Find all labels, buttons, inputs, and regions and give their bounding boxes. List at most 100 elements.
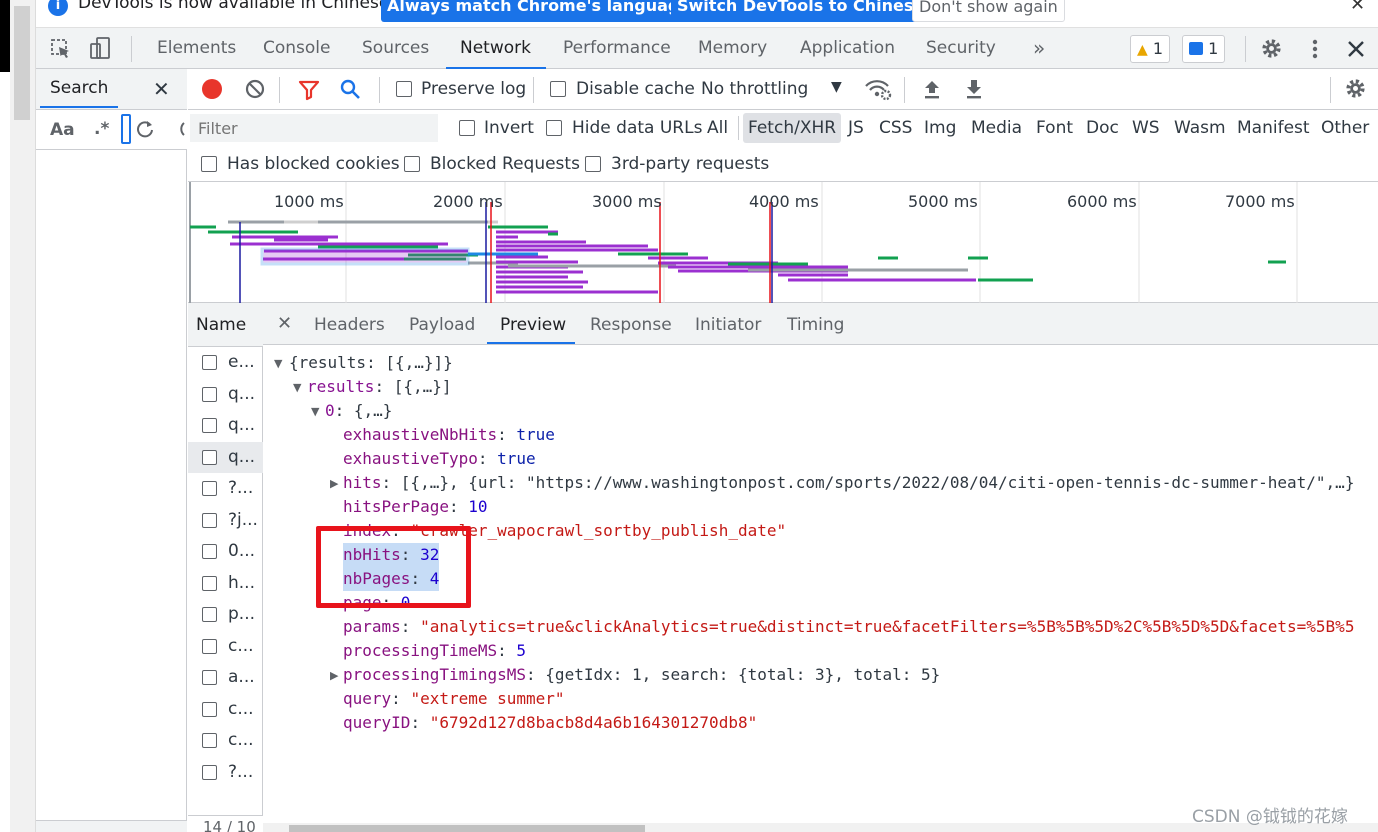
type-filter-img[interactable]: Img — [924, 118, 956, 138]
request-row[interactable]: h... — [188, 568, 263, 600]
blocked-cookies-checkbox[interactable] — [201, 156, 217, 172]
more-options-icon[interactable] — [1305, 38, 1325, 60]
tab-security[interactable]: Security — [926, 28, 996, 69]
type-filter-doc[interactable]: Doc — [1086, 118, 1119, 138]
expanded-triangle-icon[interactable]: ▼ — [311, 405, 319, 418]
request-row[interactable]: c... — [188, 725, 263, 757]
invert-checkbox[interactable] — [459, 120, 475, 136]
request-name: 0... — [228, 541, 256, 561]
close-icon[interactable]: ✕ — [1350, 0, 1365, 15]
type-filter-fetch-xhr[interactable]: Fetch/XHR — [743, 113, 842, 143]
filter-input[interactable] — [190, 114, 438, 142]
clear-search-icon[interactable] — [172, 119, 187, 139]
page-scrollbar-thumb[interactable] — [14, 6, 30, 120]
settings-gear-icon[interactable] — [1260, 37, 1283, 60]
tab-preview[interactable]: Preview — [500, 315, 566, 335]
json-results-node[interactable]: results: [{,…}] — [307, 375, 452, 399]
hide-data-urls-checkbox[interactable] — [546, 120, 562, 136]
close-detail-icon[interactable]: ✕ — [277, 313, 292, 334]
json-field-hits[interactable]: hits: [{,…}, {url: "https://www.washingt… — [343, 471, 1354, 495]
search-input[interactable] — [121, 114, 131, 144]
request-row[interactable]: ?j... — [188, 505, 263, 537]
tab-memory[interactable]: Memory — [698, 28, 767, 69]
close-devtools-icon[interactable] — [1346, 39, 1366, 59]
request-row[interactable]: a... — [188, 662, 263, 694]
request-row[interactable]: q... — [188, 410, 263, 442]
refresh-icon[interactable] — [135, 119, 155, 139]
json-root[interactable]: {results: [{,…}]} — [289, 351, 453, 375]
device-toolbar-icon[interactable] — [88, 36, 112, 60]
name-column-header[interactable]: Name — [196, 315, 246, 335]
regex-button[interactable]: .* — [94, 119, 109, 139]
type-filter-ws[interactable]: WS — [1132, 118, 1160, 138]
request-row[interactable]: e... — [188, 347, 263, 379]
json-item-node[interactable]: 0: {,…} — [325, 399, 392, 423]
filter-icon[interactable] — [298, 79, 320, 101]
preserve-log-checkbox[interactable] — [396, 81, 412, 97]
toolbar-divider — [1245, 36, 1246, 62]
collapsed-triangle-icon[interactable]: ▶ — [330, 669, 338, 682]
type-filter-font[interactable]: Font — [1036, 118, 1073, 138]
switch-to-chinese-button[interactable]: Switch DevTools to Chinese — [671, 0, 931, 22]
collapsed-triangle-icon[interactable]: ▶ — [330, 477, 338, 490]
messages-badge[interactable]: 1 — [1182, 35, 1226, 63]
dont-show-again-button[interactable]: Don't show again — [912, 0, 1065, 22]
request-row[interactable]: c... — [188, 631, 263, 663]
type-filter-all[interactable]: All — [707, 118, 728, 138]
tab-headers[interactable]: Headers — [314, 315, 385, 335]
search-tab[interactable]: Search — [50, 78, 108, 98]
third-party-checkbox[interactable] — [585, 156, 601, 172]
page-scrollbar[interactable] — [10, 0, 36, 832]
type-filter-js[interactable]: JS — [848, 118, 864, 138]
clear-log-icon[interactable] — [244, 78, 266, 100]
network-conditions-icon[interactable] — [864, 77, 892, 101]
tab-console[interactable]: Console — [263, 28, 331, 69]
request-row[interactable]: q... — [188, 379, 263, 411]
type-filter-other[interactable]: Other — [1321, 118, 1369, 138]
expanded-triangle-icon[interactable]: ▼ — [293, 381, 301, 394]
close-search-icon[interactable]: ✕ — [153, 77, 170, 101]
request-row[interactable]: c... — [188, 694, 263, 726]
type-filter-media[interactable]: Media — [971, 118, 1022, 138]
request-name: c... — [228, 698, 254, 719]
json-field-processing-timings[interactable]: processingTimingsMS: {getIdx: 1, search:… — [343, 663, 940, 687]
horizontal-scrollbar-thumb[interactable] — [289, 825, 645, 832]
network-settings-gear-icon[interactable] — [1344, 77, 1367, 100]
tab-application[interactable]: Application — [800, 28, 895, 69]
type-filter-manifest[interactable]: Manifest — [1237, 118, 1310, 138]
chevron-down-icon[interactable]: ▼ — [831, 79, 842, 95]
import-har-icon[interactable] — [922, 78, 942, 100]
record-icon[interactable] — [202, 79, 222, 99]
inspect-element-icon[interactable] — [50, 38, 72, 60]
request-row-selected[interactable]: q... — [188, 441, 263, 473]
request-name: a... — [228, 667, 255, 687]
search-icon[interactable] — [339, 78, 361, 100]
match-case-button[interactable]: Aa — [50, 120, 75, 140]
tab-performance[interactable]: Performance — [563, 28, 671, 69]
more-tabs-icon[interactable]: » — [1033, 28, 1045, 69]
toolbar-divider — [131, 36, 132, 62]
message-icon — [1189, 42, 1203, 55]
tab-network[interactable]: Network — [460, 28, 531, 69]
request-row[interactable]: p... — [188, 599, 263, 631]
request-row[interactable]: 0... — [188, 536, 263, 568]
disable-cache-checkbox[interactable] — [550, 81, 566, 97]
tab-payload[interactable]: Payload — [409, 315, 475, 335]
type-filter-css[interactable]: CSS — [879, 118, 912, 138]
export-har-icon[interactable] — [964, 78, 984, 100]
tab-sources[interactable]: Sources — [362, 28, 429, 69]
request-row[interactable]: ?... — [188, 757, 263, 789]
request-row[interactable]: ?... — [188, 473, 263, 505]
blocked-requests-checkbox[interactable] — [404, 156, 420, 172]
throttling-select[interactable]: No throttling — [701, 79, 808, 99]
tab-response[interactable]: Response — [590, 315, 672, 335]
type-filter-wasm[interactable]: Wasm — [1174, 118, 1226, 138]
warnings-badge[interactable]: ▲ 1 — [1130, 35, 1171, 63]
tab-elements[interactable]: Elements — [157, 28, 236, 69]
expanded-triangle-icon[interactable]: ▼ — [274, 357, 282, 370]
timeline-tick: 4000 ms — [749, 192, 819, 211]
tab-timing[interactable]: Timing — [787, 315, 844, 335]
tab-initiator[interactable]: Initiator — [695, 315, 761, 335]
always-match-language-button[interactable]: Always match Chrome's language — [381, 0, 697, 22]
network-overview-timeline[interactable]: 1000 ms 2000 ms 3000 ms 4000 ms 5000 ms … — [188, 182, 1378, 303]
